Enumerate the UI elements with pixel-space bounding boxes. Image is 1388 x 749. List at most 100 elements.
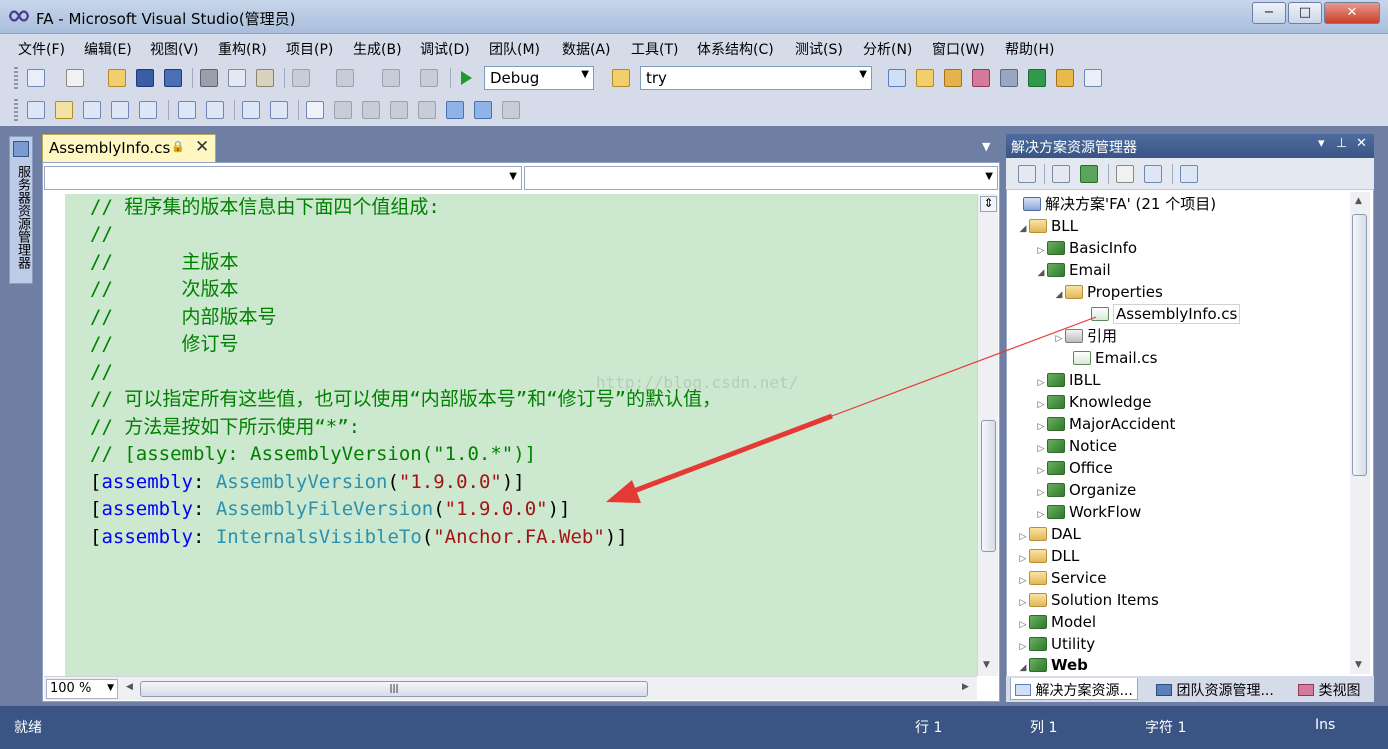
tree-item-dll[interactable]: ▷ DLL bbox=[1017, 545, 1080, 567]
member-navigation-dropdown[interactable]: ▼ bbox=[524, 166, 998, 190]
expanded-triangle-icon[interactable]: ◢ bbox=[1017, 218, 1029, 240]
menu-data[interactable]: 数据(A) bbox=[562, 39, 611, 59]
close-button[interactable]: ✕ bbox=[1324, 2, 1380, 24]
command-window-icon[interactable] bbox=[1084, 69, 1102, 87]
toggle-bookmark-icon[interactable] bbox=[306, 101, 324, 119]
auto-hide-pin-icon[interactable]: ⊥ bbox=[1336, 136, 1347, 151]
save-all-icon[interactable] bbox=[164, 69, 182, 87]
previous-bookmark-in-folder-icon[interactable] bbox=[390, 101, 408, 119]
menu-refactor[interactable]: 重构(R) bbox=[218, 39, 267, 59]
next-bookmark-icon[interactable] bbox=[362, 101, 380, 119]
tree-item-model[interactable]: ▷ Model bbox=[1017, 611, 1097, 633]
code-text-area[interactable]: // 程序集的版本信息由下面四个值组成: // // 主版本 // 次版本 //… bbox=[65, 194, 977, 676]
decrease-indent-icon[interactable] bbox=[178, 101, 196, 119]
tree-item-office[interactable]: ▷ Office bbox=[1035, 457, 1113, 479]
add-item-icon[interactable] bbox=[66, 69, 84, 87]
view-code-icon[interactable] bbox=[1116, 165, 1134, 183]
close-tab-icon[interactable]: ✕ bbox=[195, 137, 209, 157]
tree-item-notice[interactable]: ▷ Notice bbox=[1035, 435, 1117, 457]
increase-indent-icon[interactable] bbox=[206, 101, 224, 119]
active-files-dropdown-icon[interactable]: ▼ bbox=[982, 140, 990, 153]
type-navigation-dropdown[interactable]: ▼ bbox=[44, 166, 522, 190]
next-bookmark-in-folder-icon[interactable] bbox=[418, 101, 436, 119]
tree-item-basicinfo[interactable]: ▷ BasicInfo bbox=[1035, 237, 1138, 259]
navigate-backward-icon[interactable] bbox=[382, 69, 400, 87]
editor-vertical-scrollbar[interactable]: ⇕ ▼ bbox=[977, 194, 998, 676]
find-combo-box[interactable]: try ▼ bbox=[640, 66, 872, 90]
copy-icon[interactable] bbox=[228, 69, 246, 87]
maximize-button[interactable]: □ bbox=[1288, 2, 1322, 24]
document-tab-assemblyinfo[interactable]: AssemblyInfo.cs 🔒 ✕ bbox=[42, 134, 216, 162]
menu-architecture[interactable]: 体系结构(C) bbox=[697, 39, 774, 59]
previous-bookmark-icon[interactable] bbox=[334, 101, 352, 119]
menu-team[interactable]: 团队(M) bbox=[489, 39, 540, 59]
find-in-files-icon[interactable] bbox=[612, 69, 630, 87]
tab-solution-explorer[interactable]: 解决方案资源... bbox=[1010, 678, 1138, 700]
copy-website-icon[interactable] bbox=[1180, 165, 1198, 183]
menu-window[interactable]: 窗口(W) bbox=[932, 39, 985, 59]
tree-item-properties[interactable]: ◢ Properties bbox=[1053, 281, 1163, 303]
menu-tools[interactable]: 工具(T) bbox=[631, 39, 678, 59]
tree-item-solution-items[interactable]: ▷ Solution Items bbox=[1017, 589, 1159, 611]
minimize-button[interactable]: − bbox=[1252, 2, 1286, 24]
properties-icon[interactable] bbox=[1018, 165, 1036, 183]
menu-analyze[interactable]: 分析(N) bbox=[863, 39, 912, 59]
view-class-diagram-icon[interactable] bbox=[1144, 165, 1162, 183]
redo-icon[interactable] bbox=[336, 69, 354, 87]
tools-icon[interactable] bbox=[1000, 69, 1018, 87]
toolbar-grip[interactable] bbox=[14, 67, 18, 89]
scroll-thumb[interactable] bbox=[1352, 214, 1367, 476]
tree-item-web[interactable]: ◢ Web bbox=[1017, 654, 1088, 676]
tree-item-email[interactable]: ◢ Email bbox=[1035, 259, 1111, 281]
toolbox-icon[interactable] bbox=[972, 69, 990, 87]
menu-view[interactable]: 视图(V) bbox=[150, 39, 199, 59]
solution-configuration-dropdown[interactable]: Debug ▼ bbox=[484, 66, 594, 90]
extension-manager-icon[interactable] bbox=[1056, 69, 1074, 87]
uncomment-icon[interactable] bbox=[270, 101, 288, 119]
scroll-thumb[interactable]: ||| bbox=[140, 681, 648, 697]
object-browser-icon[interactable] bbox=[944, 69, 962, 87]
scroll-down-arrow-icon[interactable]: ▼ bbox=[983, 660, 990, 670]
start-debugging-icon[interactable] bbox=[458, 70, 474, 86]
save-icon[interactable] bbox=[136, 69, 154, 87]
tab-team-explorer[interactable]: 团队资源管理... bbox=[1152, 678, 1278, 700]
clear-bookmarks-icon[interactable] bbox=[502, 101, 520, 119]
start-page-icon[interactable] bbox=[1028, 69, 1046, 87]
object-member-list-icon[interactable] bbox=[27, 101, 45, 119]
navigate-forward-icon[interactable] bbox=[420, 69, 438, 87]
comment-out-icon[interactable] bbox=[242, 101, 260, 119]
menu-test[interactable]: 测试(S) bbox=[795, 39, 843, 59]
scroll-down-arrow-icon[interactable]: ▼ bbox=[1355, 660, 1362, 670]
menu-debug[interactable]: 调试(D) bbox=[420, 39, 470, 59]
tree-item-assemblyinfo[interactable]: AssemblyInfo.cs bbox=[1079, 303, 1241, 325]
paste-icon[interactable] bbox=[256, 69, 274, 87]
toolbar-grip[interactable] bbox=[14, 99, 18, 121]
tree-item-references[interactable]: ▷ 引用 bbox=[1053, 325, 1117, 347]
close-pane-icon[interactable]: ✕ bbox=[1356, 136, 1367, 151]
next-bookmark-in-document-icon[interactable] bbox=[474, 101, 492, 119]
previous-bookmark-in-document-icon[interactable] bbox=[446, 101, 464, 119]
cut-icon[interactable] bbox=[200, 69, 218, 87]
refresh-icon[interactable] bbox=[1080, 165, 1098, 183]
new-project-icon[interactable] bbox=[27, 69, 45, 87]
solution-explorer-icon[interactable] bbox=[888, 69, 906, 87]
menu-project[interactable]: 项目(P) bbox=[286, 39, 333, 59]
tree-item-majoraccident[interactable]: ▷ MajorAccident bbox=[1035, 413, 1176, 435]
complete-word-icon[interactable] bbox=[111, 101, 129, 119]
zoom-dropdown[interactable]: 100 % ▼ bbox=[46, 679, 118, 699]
menu-edit[interactable]: 编辑(E) bbox=[84, 39, 132, 59]
tree-item-workflow[interactable]: ▷ WorkFlow bbox=[1035, 501, 1142, 523]
expanded-triangle-icon[interactable]: ◢ bbox=[1053, 284, 1065, 306]
scroll-right-arrow-icon[interactable]: ▶ bbox=[962, 682, 969, 692]
menu-file[interactable]: 文件(F) bbox=[18, 39, 65, 59]
tree-item-solution[interactable]: 解决方案'FA' (21 个项目) bbox=[1011, 193, 1216, 215]
tree-item-organize[interactable]: ▷ Organize bbox=[1035, 479, 1137, 501]
tree-item-utility[interactable]: ▷ Utility bbox=[1017, 633, 1096, 655]
parameter-info-icon[interactable] bbox=[55, 101, 73, 119]
tree-item-dal[interactable]: ▷ DAL bbox=[1017, 523, 1081, 545]
expanded-triangle-icon[interactable]: ◢ bbox=[1035, 262, 1047, 284]
quick-info-icon[interactable] bbox=[83, 101, 101, 119]
scroll-thumb[interactable] bbox=[981, 420, 996, 552]
menu-build[interactable]: 生成(B) bbox=[353, 39, 402, 59]
scroll-up-arrow-icon[interactable]: ▲ bbox=[1355, 196, 1362, 206]
